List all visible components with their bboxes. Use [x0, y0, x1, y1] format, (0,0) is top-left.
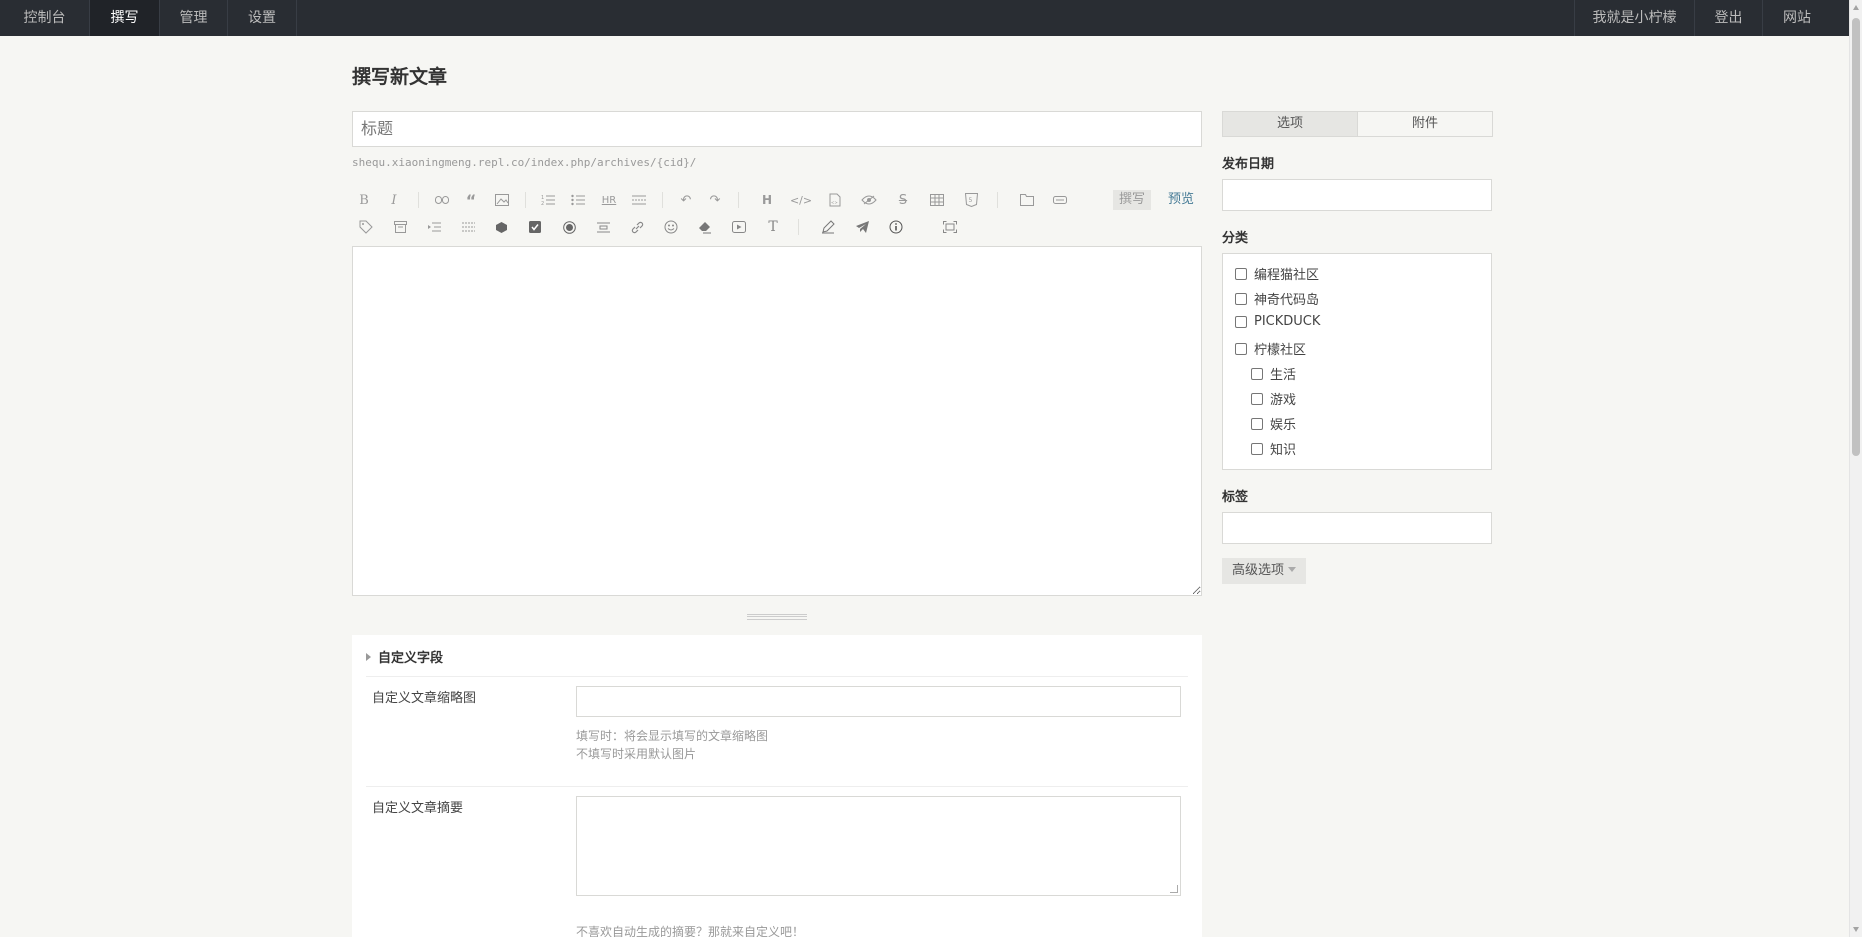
tag-icon[interactable] — [355, 216, 377, 238]
caret-down-icon — [1288, 567, 1297, 572]
top-nav: 控制台 撰写 管理 设置 我就是小柠檬 登出 网站 — [0, 0, 1849, 36]
summary-textarea[interactable] — [576, 796, 1181, 896]
category-item[interactable]: 知识 — [1251, 439, 1296, 458]
strikethrough-icon[interactable]: S — [892, 189, 914, 211]
category-checkbox[interactable] — [1235, 292, 1247, 305]
scroll-up-icon[interactable] — [1853, 5, 1859, 10]
url-icon[interactable] — [626, 216, 648, 238]
category-checkbox[interactable] — [1251, 442, 1263, 455]
archive-icon[interactable] — [389, 216, 411, 238]
info-icon[interactable] — [885, 216, 907, 238]
fullscreen-icon[interactable] — [939, 216, 961, 238]
caret-right-icon — [366, 653, 371, 661]
category-item[interactable]: PICKDUCK — [1235, 314, 1320, 329]
thumb-desc-1: 填写时：将会显示填写的文章缩略图 — [576, 729, 769, 743]
content-editor[interactable] — [352, 246, 1202, 596]
tags-label: 标签 — [1222, 490, 1249, 505]
cube-icon[interactable] — [490, 216, 512, 238]
text-icon[interactable]: T — [762, 216, 784, 238]
clear-format-icon[interactable] — [694, 216, 716, 238]
send-icon[interactable] — [851, 216, 873, 238]
sidebar-tabs: 选项 附件 — [1222, 111, 1493, 137]
pen-icon[interactable] — [817, 216, 839, 238]
html-icon[interactable]: <> — [824, 189, 846, 211]
summary-label: 自定义文章摘要 — [372, 801, 464, 816]
heading-icon[interactable]: H — [756, 189, 778, 211]
redo-icon[interactable]: ↷ — [704, 189, 726, 211]
page-title: 撰写新文章 — [352, 66, 448, 88]
date-input[interactable] — [1222, 179, 1492, 211]
svg-text:<>: <> — [831, 200, 838, 205]
unordered-list-icon[interactable] — [567, 189, 589, 211]
emoji-icon[interactable] — [660, 216, 682, 238]
textarea-resize-icon[interactable] — [1170, 885, 1178, 893]
quote-icon[interactable]: “ — [460, 189, 482, 211]
hr-icon[interactable]: HR — [598, 189, 620, 211]
category-item[interactable]: 编程猫社区 — [1235, 264, 1319, 283]
indent-icon[interactable] — [423, 216, 445, 238]
category-list: 编程猫社区 神奇代码岛 PICKDUCK 柠檬社区 生活 游戏 娱乐 知识 — [1222, 253, 1492, 470]
nav-write[interactable]: 撰写 — [90, 0, 160, 36]
nav-dashboard[interactable]: 控制台 — [0, 0, 90, 36]
category-checkbox[interactable] — [1235, 342, 1247, 355]
category-checkbox[interactable] — [1251, 367, 1263, 380]
category-checkbox[interactable] — [1251, 392, 1263, 405]
svg-text:2: 2 — [541, 201, 544, 206]
category-label: 分类 — [1222, 231, 1249, 246]
nav-site[interactable]: 网站 — [1762, 0, 1831, 36]
title-input[interactable]: 标题 — [352, 111, 1202, 147]
category-item[interactable]: 游戏 — [1251, 389, 1296, 408]
file-icon[interactable] — [1016, 189, 1038, 211]
image-icon[interactable] — [491, 189, 513, 211]
category-item[interactable]: 柠檬社区 — [1235, 339, 1306, 358]
scroll-thumb[interactable] — [1852, 18, 1860, 456]
category-checkbox[interactable] — [1251, 417, 1263, 430]
category-item[interactable]: 生活 — [1251, 364, 1296, 383]
divider-icon[interactable] — [457, 216, 479, 238]
checkbox-icon[interactable] — [524, 216, 546, 238]
custom-fields-heading: 自定义字段 — [378, 651, 444, 666]
radio-icon[interactable] — [558, 216, 580, 238]
permalink-hint: shequ.xiaoningmeng.repl.co/index.php/arc… — [352, 156, 697, 169]
undo-icon[interactable]: ↶ — [675, 189, 697, 211]
preview-mode-button[interactable]: 预览 — [1168, 190, 1194, 210]
tab-attachments[interactable]: 附件 — [1358, 112, 1492, 136]
date-label: 发布日期 — [1222, 157, 1275, 172]
nav-profile[interactable]: 我就是小柠檬 — [1574, 0, 1694, 36]
button-icon[interactable] — [1049, 189, 1071, 211]
summary-desc: 不喜欢自动生成的摘要？那就来自定义吧！ — [576, 925, 805, 937]
table-icon[interactable] — [926, 189, 948, 211]
category-checkbox[interactable] — [1235, 315, 1247, 328]
editor-resize-handle[interactable] — [747, 614, 807, 620]
custom-fields-panel: 自定义字段 自定义文章缩略图 填写时：将会显示填写的文章缩略图 不填写时采用默认… — [352, 635, 1202, 937]
link-icon[interactable] — [431, 189, 453, 211]
nav-manage[interactable]: 管理 — [160, 0, 228, 36]
category-item[interactable]: 娱乐 — [1251, 414, 1296, 433]
more-icon[interactable] — [628, 189, 650, 211]
tags-input[interactable] — [1222, 512, 1492, 544]
scroll-down-icon[interactable] — [1853, 927, 1859, 932]
write-mode-button[interactable]: 撰写 — [1113, 190, 1152, 210]
italic-icon[interactable]: I — [383, 189, 405, 211]
ordered-list-icon[interactable]: 12 — [537, 189, 559, 211]
video-icon[interactable] — [728, 216, 750, 238]
code-icon[interactable]: </> — [790, 189, 812, 211]
thumb-label: 自定义文章缩略图 — [372, 691, 477, 706]
category-item[interactable]: 神奇代码岛 — [1235, 289, 1319, 308]
nav-logout[interactable]: 登出 — [1694, 0, 1762, 36]
html5-icon[interactable]: 5 — [960, 189, 982, 211]
thumb-desc-2: 不填写时采用默认图片 — [576, 747, 697, 761]
nav-settings[interactable]: 设置 — [228, 0, 297, 36]
eye-icon[interactable] — [858, 189, 880, 211]
advanced-options-button[interactable]: 高级选项 — [1222, 558, 1307, 584]
thumb-input[interactable] — [576, 686, 1181, 717]
bold-icon[interactable]: B — [353, 189, 375, 211]
tab-options[interactable]: 选项 — [1223, 112, 1358, 136]
scrollbar[interactable] — [1849, 0, 1862, 937]
custom-fields-toggle[interactable]: 自定义字段 — [366, 647, 443, 666]
center-icon[interactable] — [592, 216, 614, 238]
category-checkbox[interactable] — [1235, 267, 1247, 280]
svg-text:5: 5 — [968, 197, 972, 204]
